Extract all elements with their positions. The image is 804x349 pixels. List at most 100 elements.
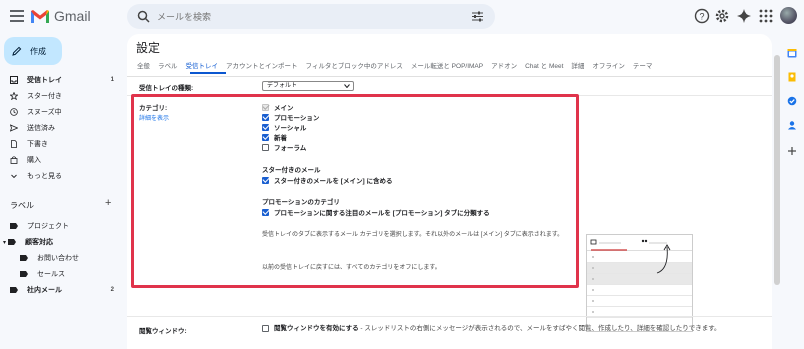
sidebar-item-snoozed[interactable]: スヌーズ中: [0, 104, 120, 120]
category-forums-row[interactable]: フォーラム: [262, 142, 306, 152]
sidebar-item-inbox[interactable]: 受信トレイ 1: [0, 72, 120, 88]
tabs-divider: [127, 76, 772, 77]
category-social-checkbox[interactable]: [262, 123, 269, 131]
calendar-icon[interactable]: [787, 48, 797, 58]
sidebar-item-label: 社内メール: [27, 287, 62, 294]
help-icon[interactable]: ?: [694, 8, 710, 24]
category-promotions-row[interactable]: プロモーション: [262, 112, 319, 122]
hamburger-menu-icon[interactable]: [10, 10, 24, 22]
clock-icon: [10, 108, 18, 116]
reading-pane-label: 閲覧ウィンドウ:: [139, 328, 187, 335]
unread-count: 1: [110, 77, 114, 83]
contacts-icon[interactable]: [787, 120, 797, 130]
tab-advanced[interactable]: 詳細: [571, 60, 584, 70]
category-promotions-label: プロモーション: [274, 115, 320, 122]
label-tag-icon: [8, 238, 17, 246]
reading-pane-row: 閲覧ウィンドウを有効にする - スレッドリストの右側にメッセージが表示されるので…: [262, 324, 752, 334]
sidebar-item-label: スター付き: [27, 93, 62, 100]
sidebar-label-project[interactable]: プロジェクト: [0, 218, 120, 234]
search-icon[interactable]: [137, 10, 150, 23]
promo-option-row[interactable]: プロモーションに関する注目のメールを [プロモーション] タブに分類する: [262, 207, 490, 217]
highlight-box: [131, 94, 579, 288]
sidebar-item-sent[interactable]: 送信済み: [0, 120, 120, 136]
category-social-row[interactable]: ソーシャル: [262, 122, 306, 132]
sidebar-label-sales[interactable]: セールス: [0, 266, 120, 282]
category-primary-checkbox: [262, 103, 269, 111]
caret-down-icon[interactable]: ▾: [3, 239, 6, 246]
add-addon-icon[interactable]: [787, 146, 797, 156]
chevron-down-icon: [344, 84, 350, 88]
gmail-logo[interactable]: Gmail: [30, 8, 91, 24]
category-social-label: ソーシャル: [274, 125, 307, 132]
tab-themes[interactable]: テーマ: [633, 60, 653, 70]
row-divider: [127, 316, 772, 317]
search-options-icon[interactable]: [472, 11, 483, 22]
sidebar-item-label: もっと見る: [27, 173, 62, 180]
tab-labels[interactable]: ラベル: [158, 60, 178, 70]
category-updates-checkbox[interactable]: [262, 133, 269, 141]
sidebar-item-more[interactable]: もっと見る: [0, 168, 120, 184]
draft-icon: [10, 140, 18, 148]
inbox-type-label: 受信トレイの種類:: [139, 85, 194, 92]
sidebar-item-drafts[interactable]: 下書き: [0, 136, 120, 152]
sidebar-item-starred[interactable]: スター付き: [0, 88, 120, 104]
reading-pane-checkbox[interactable]: [262, 325, 269, 332]
sidebar-item-purchases[interactable]: 購入: [0, 152, 120, 168]
search-bar[interactable]: [127, 4, 495, 29]
promo-heading: プロモーションのカテゴリ: [262, 199, 340, 206]
category-updates-row[interactable]: 新着: [262, 132, 287, 142]
apps-grid-icon[interactable]: [758, 8, 774, 24]
compose-label: 作成: [30, 46, 46, 56]
gemini-sparkle-icon[interactable]: [736, 8, 752, 24]
promo-option-checkbox[interactable]: [262, 208, 269, 216]
reading-pane-text: 閲覧ウィンドウを有効にする - スレッドリストの右側にメッセージが表示されるので…: [274, 324, 721, 334]
label-tag-icon: [10, 222, 18, 230]
active-tab-indicator: [190, 72, 226, 74]
inbox-icon: [10, 76, 18, 84]
pencil-icon: [12, 46, 22, 56]
compose-button[interactable]: 作成: [4, 37, 62, 65]
tab-addons[interactable]: アドオン: [491, 60, 517, 70]
categories-label: カテゴリ:: [139, 105, 168, 112]
restore-description: 以前の受信トレイに戻すには、すべてのカテゴリをオフにします。: [262, 265, 441, 271]
sidebar-item-label: プロジェクト: [27, 223, 69, 230]
category-primary-label: メイン: [274, 105, 294, 112]
inbox-type-value: デフォルト: [267, 83, 298, 89]
starred-option-row[interactable]: スター付きのメールを [メイン] に含める: [262, 175, 392, 185]
details-link[interactable]: 詳細を表示: [139, 113, 169, 122]
promo-option-label: プロモーションに関する注目のメールを [プロモーション] タブに分類する: [274, 210, 490, 217]
tab-accounts-import[interactable]: アカウントとインポート: [226, 60, 298, 70]
account-avatar[interactable]: [780, 7, 797, 24]
purchase-icon: [10, 156, 18, 164]
label-tag-icon: [10, 286, 18, 294]
tab-forwarding-pop-imap[interactable]: メール転送と POP/IMAP: [411, 60, 483, 70]
keep-icon[interactable]: [787, 72, 797, 82]
starred-option-checkbox[interactable]: [262, 176, 269, 184]
label-tag-icon: [20, 270, 28, 278]
sidebar-label-customer[interactable]: ▾ 顧客対応: [0, 234, 120, 250]
inbox-type-select[interactable]: デフォルト: [262, 81, 354, 91]
settings-gear-icon[interactable]: [714, 8, 730, 24]
star-icon: [10, 92, 18, 100]
sidebar-label-internal[interactable]: 社内メール 2: [0, 282, 120, 298]
page-title: 設定: [136, 41, 161, 55]
category-primary-row: メイン: [262, 102, 294, 112]
sidebar-label-inquiry[interactable]: お問い合わせ: [0, 250, 120, 266]
reading-pane-desc: - スレッドリストの右側にメッセージが表示されるので、メールをすばやく閲覧、作成…: [358, 325, 721, 332]
top-bar: Gmail ?: [0, 0, 804, 34]
tab-chat-meet[interactable]: Chat と Meet: [525, 60, 563, 70]
starred-heading: スター付きのメール: [262, 167, 321, 174]
category-forums-checkbox[interactable]: [262, 143, 269, 151]
sidebar-item-label: 受信トレイ: [27, 77, 62, 84]
tab-filters-blocked[interactable]: フィルタとブロック中のアドレス: [306, 60, 403, 70]
add-label-icon[interactable]: +: [105, 197, 111, 209]
search-input[interactable]: [157, 9, 457, 24]
tasks-icon[interactable]: [787, 96, 797, 106]
sidebar-item-label: 送信済み: [27, 125, 55, 132]
inbox-preview-illustration: [586, 234, 693, 332]
tab-general[interactable]: 全般: [137, 60, 150, 70]
settings-panel: 設定 全般 ラベル 受信トレイ アカウントとインポート フィルタとブロック中のア…: [127, 34, 772, 349]
tab-offline[interactable]: オフライン: [592, 60, 625, 70]
category-promotions-checkbox[interactable]: [262, 113, 269, 121]
tab-inbox[interactable]: 受信トレイ: [186, 60, 219, 70]
